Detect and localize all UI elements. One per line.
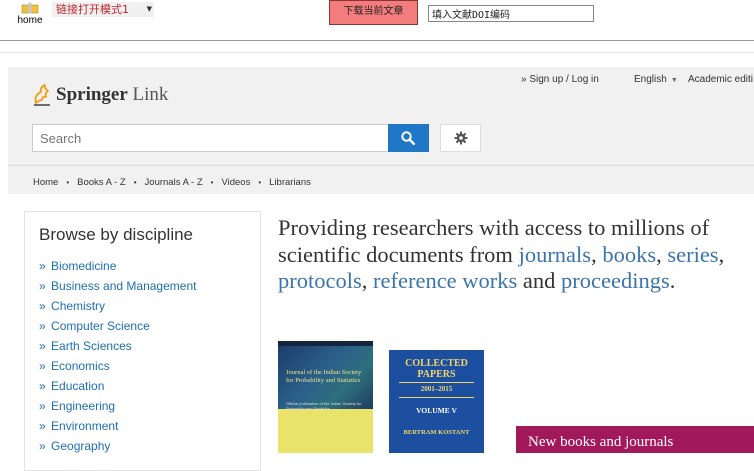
nav-librarians[interactable]: Librarians	[269, 177, 311, 188]
book-cover[interactable]: COLLECTED PAPERS 2001–2015 VOLUME V BERT…	[389, 350, 484, 453]
cover-subtitle: Official publication of the Indian Socie…	[286, 401, 362, 411]
language-label: English	[634, 74, 667, 85]
nav-journals-az[interactable]: Journals A - Z	[145, 177, 203, 188]
springer-page: Springer Link » Sign up / Log in English…	[0, 52, 754, 471]
cover-author: BERTRAM KOSTANT	[403, 429, 470, 436]
discipline-link[interactable]: » Biomedicine	[39, 256, 196, 276]
language-selector[interactable]: English ▼	[634, 74, 678, 85]
doi-input[interactable]	[428, 5, 594, 22]
main-nav: Home • Books A - Z • Journals A - Z • Videos • L…	[33, 177, 311, 188]
search-box	[32, 124, 389, 152]
helper-toolbar: home 链接打开模式1 ▼ 下载当前文章	[0, 0, 754, 41]
journal-cover[interactable]: Journal of the Indian Society for Probab…	[278, 341, 373, 453]
discipline-link[interactable]: » Engineering	[39, 396, 196, 416]
home-button[interactable]: home	[10, 0, 50, 26]
nav-separator: •	[66, 178, 70, 187]
reference-works-link[interactable]: reference works	[373, 268, 517, 293]
gear-icon	[454, 131, 468, 145]
discipline-link[interactable]: » Geography	[39, 436, 196, 456]
link-mode-select[interactable]: 链接打开模式1 ▼	[52, 2, 154, 17]
discipline-link[interactable]: » Education	[39, 376, 196, 396]
chevron-down-icon: ▼	[146, 5, 152, 13]
nav-separator: •	[210, 178, 214, 187]
home-icon	[21, 2, 39, 14]
logo-primary: Springer	[56, 84, 128, 105]
discipline-link[interactable]: » Earth Sciences	[39, 336, 196, 356]
search-icon	[401, 131, 415, 145]
link-mode-value: 链接打开模式1	[56, 3, 129, 16]
academic-edition-link[interactable]: Academic editi	[688, 74, 753, 85]
signin-link[interactable]: » Sign up / Log in	[521, 74, 599, 85]
header-divider	[8, 165, 754, 166]
new-books-promo[interactable]: New books and journals	[516, 426, 754, 453]
books-link[interactable]: books	[602, 242, 656, 267]
cover-title: Journal of the Indian Society for Probab…	[286, 369, 362, 384]
discipline-list: » Biomedicine » Business and Management …	[39, 256, 196, 456]
discipline-link[interactable]: » Computer Science	[39, 316, 196, 336]
download-article-button[interactable]: 下载当前文章	[329, 0, 418, 25]
cover-volume: VOLUME V	[416, 406, 457, 415]
springer-logo[interactable]: Springer Link	[32, 82, 168, 108]
nav-videos[interactable]: Videos	[221, 177, 250, 188]
logo-text: Springer Link	[56, 84, 168, 106]
hero-tagline: Providing researchers with access to mil…	[278, 215, 725, 293]
search-input[interactable]	[33, 125, 388, 151]
search-button[interactable]	[388, 124, 429, 152]
logo-secondary: Link	[132, 84, 169, 105]
promo-text: New books and journals	[528, 434, 674, 450]
chevron-down-icon: ▼	[670, 77, 678, 84]
discipline-link[interactable]: » Chemistry	[39, 296, 196, 316]
series-link[interactable]: series	[667, 242, 718, 267]
journals-link[interactable]: journals	[519, 242, 592, 267]
nav-separator: •	[258, 178, 262, 187]
proceedings-link[interactable]: proceedings	[561, 268, 670, 293]
protocols-link[interactable]: protocols	[278, 268, 362, 293]
nav-separator: •	[133, 178, 137, 187]
discipline-link[interactable]: » Environment	[39, 416, 196, 436]
nav-books-az[interactable]: Books A - Z	[77, 177, 126, 188]
cover-title: COLLECTED PAPERS	[405, 358, 468, 380]
discipline-link[interactable]: » Economics	[39, 356, 196, 376]
cover-years: 2001–2015	[420, 385, 453, 393]
browse-title: Browse by discipline	[39, 225, 194, 244]
discipline-link[interactable]: » Business and Management	[39, 276, 196, 296]
advanced-search-button[interactable]	[440, 124, 481, 152]
springer-horse-icon	[34, 84, 50, 106]
nav-home[interactable]: Home	[33, 177, 58, 188]
home-label: home	[17, 15, 43, 26]
site-header: Springer Link » Sign up / Log in English…	[8, 67, 754, 194]
browse-by-discipline: Browse by discipline » Biomedicine » Bus…	[24, 211, 261, 471]
